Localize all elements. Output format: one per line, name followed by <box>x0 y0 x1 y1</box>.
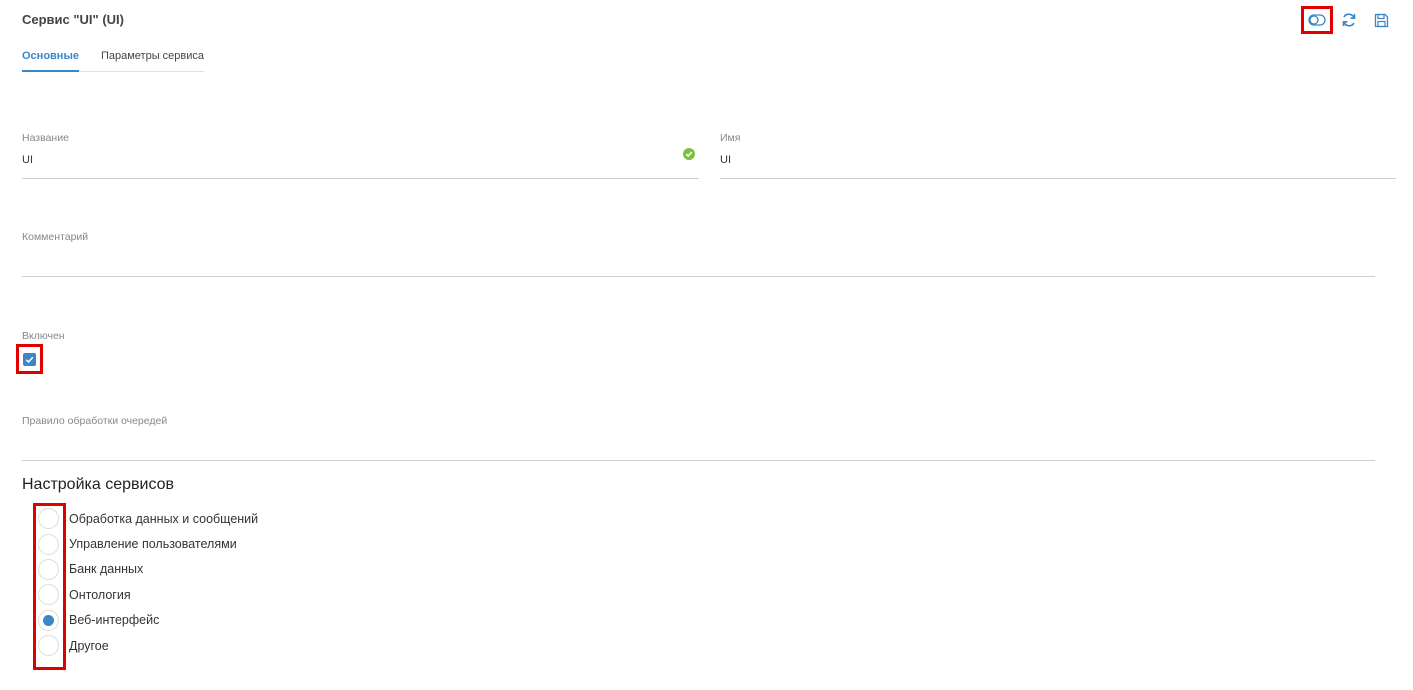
id-name-field-label: Имя <box>720 132 741 144</box>
comment-field: Комментарий <box>22 231 1375 277</box>
name-input[interactable]: UI <box>22 144 699 179</box>
radio-option-label: Онтология <box>69 587 131 602</box>
enabled-field-label: Включен <box>22 330 65 342</box>
name-field: Название UI <box>22 132 699 179</box>
tabs: Основные Параметры сервиса <box>22 44 205 72</box>
comment-input[interactable] <box>22 243 1375 277</box>
radio-option[interactable]: Веб-интерфейс <box>38 608 258 633</box>
valid-check-icon <box>683 148 695 160</box>
queue-rule-input[interactable] <box>22 427 1375 461</box>
radio-button[interactable] <box>38 508 59 530</box>
toggle-icon <box>1308 14 1326 26</box>
radio-button[interactable] <box>38 558 59 580</box>
radio-button[interactable] <box>38 584 59 606</box>
tab-service-params[interactable]: Параметры сервиса <box>101 44 204 71</box>
save-icon <box>1374 13 1389 28</box>
save-button[interactable] <box>1367 8 1395 32</box>
radio-option-label: Обработка данных и сообщений <box>69 511 259 526</box>
toggle-button[interactable] <box>1301 6 1333 34</box>
tab-general[interactable]: Основные <box>22 44 79 72</box>
radio-option-label: Другое <box>69 638 109 653</box>
queue-rule-field-label: Правило обработки очередей <box>22 415 168 427</box>
radio-button[interactable] <box>38 635 59 657</box>
radio-option[interactable]: Управление пользователями <box>38 531 258 556</box>
name-field-label: Название <box>22 132 69 144</box>
radio-option-label: Управление пользователями <box>69 537 237 552</box>
radio-option-label: Веб-интерфейс <box>69 613 160 628</box>
enabled-field: Включен <box>22 330 65 342</box>
radio-button[interactable] <box>38 533 59 555</box>
radio-option-label: Банк данных <box>69 562 144 577</box>
toolbar <box>1301 6 1395 34</box>
page-title: Сервис "UI" (UI) <box>22 12 124 27</box>
enabled-checkbox-highlight <box>16 344 43 374</box>
services-radio-group: Обработка данных и сообщений Управление … <box>38 506 258 658</box>
id-name-input[interactable]: UI <box>720 144 1396 179</box>
services-section-title: Настройка сервисов <box>22 476 175 493</box>
comment-field-label: Комментарий <box>22 231 89 243</box>
refresh-icon <box>1341 12 1357 28</box>
radio-button[interactable] <box>38 609 59 631</box>
queue-rule-field: Правило обработки очередей <box>22 415 1375 461</box>
radio-option[interactable]: Онтология <box>38 582 258 607</box>
enabled-checkbox[interactable] <box>23 352 36 366</box>
radio-option[interactable]: Другое <box>38 633 258 658</box>
refresh-button[interactable] <box>1335 8 1363 32</box>
id-name-field: Имя UI <box>720 132 1396 179</box>
radio-selected-dot <box>43 614 54 626</box>
radio-option[interactable]: Обработка данных и сообщений <box>38 506 258 531</box>
radio-option[interactable]: Банк данных <box>38 557 258 582</box>
service-form-page: Сервис "UI" (UI) Основные Параметры серв… <box>0 0 1413 690</box>
